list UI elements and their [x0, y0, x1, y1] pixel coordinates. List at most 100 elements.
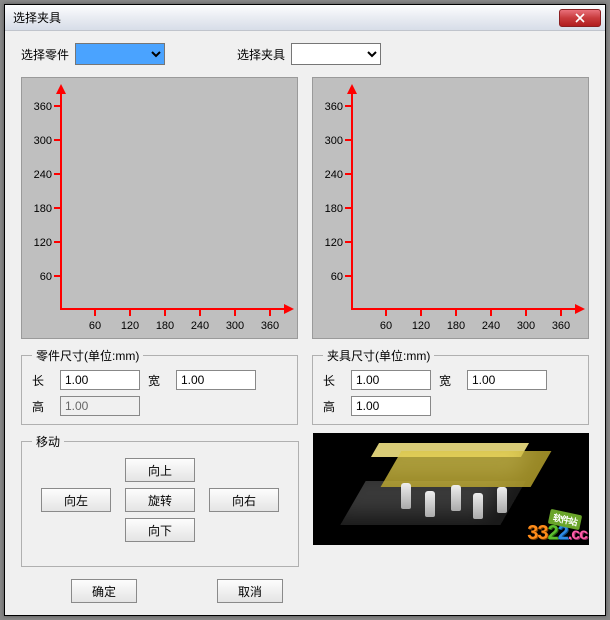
- fixture-length-label: 长: [323, 372, 343, 389]
- part-dimensions-group: 零件尺寸(单位:mm) 长 宽 高: [21, 347, 298, 425]
- axis-tick-icon: [345, 139, 353, 141]
- axis-tick-icon: [129, 308, 131, 316]
- move-down-button[interactable]: 向下: [125, 518, 195, 542]
- part-width-input[interactable]: [176, 370, 256, 390]
- bottom-row: 移动 向上 向左 旋转 向右 向下: [21, 433, 589, 567]
- pin-icon: [451, 485, 461, 511]
- x-tick-label: 360: [255, 320, 285, 332]
- move-legend: 移动: [32, 433, 64, 450]
- dimensions-row: 零件尺寸(单位:mm) 长 宽 高 夹具尺寸(单位:mm) 长 宽: [21, 347, 589, 425]
- close-button[interactable]: [559, 9, 601, 27]
- axis-tick-icon: [164, 308, 166, 316]
- move-left-button[interactable]: 向左: [41, 488, 111, 512]
- y-axis-icon: [351, 92, 353, 310]
- x-tick-label: 360: [546, 320, 576, 332]
- axis-tick-icon: [269, 308, 271, 316]
- axis-tick-icon: [345, 275, 353, 277]
- window-title: 选择夹具: [13, 9, 559, 26]
- axis-tick-icon: [234, 308, 236, 316]
- axis-tick-icon: [525, 308, 527, 316]
- axis-tick-icon: [560, 308, 562, 316]
- y-tick-label: 360: [317, 101, 343, 113]
- axis-tick-icon: [490, 308, 492, 316]
- y-tick-label: 360: [26, 101, 52, 113]
- x-tick-label: 240: [476, 320, 506, 332]
- fixture-select-label: 选择夹具: [237, 46, 285, 63]
- part-length-input[interactable]: [60, 370, 140, 390]
- part-select-label: 选择零件: [21, 46, 69, 63]
- y-tick-label: 180: [317, 203, 343, 215]
- cancel-button[interactable]: 取消: [217, 579, 283, 603]
- fixture-select[interactable]: [291, 43, 381, 65]
- fixture-dimensions-group: 夹具尺寸(单位:mm) 长 宽 高: [312, 347, 589, 425]
- y-tick-label: 60: [317, 271, 343, 283]
- y-tick-label: 240: [26, 169, 52, 181]
- axis-tick-icon: [199, 308, 201, 316]
- x-tick-label: 60: [80, 320, 110, 332]
- fixture-height-label: 高: [323, 398, 343, 415]
- ok-button[interactable]: 确定: [71, 579, 137, 603]
- fixture-top-icon: [381, 451, 552, 487]
- pin-icon: [473, 493, 483, 519]
- titlebar: 选择夹具: [5, 5, 605, 31]
- selector-row: 选择零件 选择夹具: [21, 43, 589, 65]
- move-right-button[interactable]: 向右: [209, 488, 279, 512]
- fixture-length-input[interactable]: [351, 370, 431, 390]
- y-axis-icon: [60, 92, 62, 310]
- part-width-label: 宽: [148, 372, 168, 389]
- axis-tick-icon: [345, 173, 353, 175]
- move-up-button[interactable]: 向上: [125, 458, 195, 482]
- x-tick-label: 60: [371, 320, 401, 332]
- axis-tick-icon: [385, 308, 387, 316]
- x-tick-label: 300: [220, 320, 250, 332]
- axis-tick-icon: [54, 139, 62, 141]
- rotate-button[interactable]: 旋转: [125, 488, 195, 512]
- y-tick-label: 240: [317, 169, 343, 181]
- axis-tick-icon: [54, 105, 62, 107]
- fixture-width-input[interactable]: [467, 370, 547, 390]
- axis-tick-icon: [94, 308, 96, 316]
- x-tick-label: 240: [185, 320, 215, 332]
- pin-icon: [401, 483, 411, 509]
- part-length-label: 长: [32, 372, 52, 389]
- dialog-window: 选择夹具 选择零件 选择夹具 60 60 120 120 180 180 240 240 300…: [4, 4, 606, 616]
- preview-3d: 软件站 3322.cc: [313, 433, 589, 545]
- part-height-input: [60, 396, 140, 416]
- part-chart: 60 60 120 120 180 180 240 240 300 300 360 360: [21, 77, 298, 339]
- client-area: 选择零件 选择夹具 60 60 120 120 180 180 240 240 300 300 36…: [5, 31, 605, 615]
- pin-icon: [497, 487, 507, 513]
- axis-tick-icon: [345, 207, 353, 209]
- y-tick-label: 60: [26, 271, 52, 283]
- x-tick-label: 180: [441, 320, 471, 332]
- dialog-actions: 确定 取消: [21, 579, 589, 603]
- axis-tick-icon: [54, 207, 62, 209]
- axis-tick-icon: [420, 308, 422, 316]
- y-tick-label: 300: [26, 135, 52, 147]
- y-tick-label: 300: [317, 135, 343, 147]
- fixture-dims-legend: 夹具尺寸(单位:mm): [323, 347, 434, 364]
- x-tick-label: 120: [115, 320, 145, 332]
- y-tick-label: 120: [26, 237, 52, 249]
- axis-tick-icon: [54, 275, 62, 277]
- fixture-width-label: 宽: [439, 372, 459, 389]
- y-tick-label: 180: [26, 203, 52, 215]
- part-height-label: 高: [32, 398, 52, 415]
- axis-tick-icon: [345, 241, 353, 243]
- part-dims-legend: 零件尺寸(单位:mm): [32, 347, 143, 364]
- axis-tick-icon: [54, 241, 62, 243]
- axis-tick-icon: [455, 308, 457, 316]
- axis-tick-icon: [54, 173, 62, 175]
- axis-tick-icon: [345, 105, 353, 107]
- close-icon: [575, 13, 585, 23]
- charts-row: 60 60 120 120 180 180 240 240 300 300 360 360 60 60 1…: [21, 77, 589, 339]
- fixture-chart: 60 60 120 120 180 180 240 240 300 300 360 360: [312, 77, 589, 339]
- y-tick-label: 120: [317, 237, 343, 249]
- move-group: 移动 向上 向左 旋转 向右 向下: [21, 433, 299, 567]
- pin-icon: [425, 491, 435, 517]
- part-select[interactable]: [75, 43, 165, 65]
- fixture-height-input[interactable]: [351, 396, 431, 416]
- x-tick-label: 180: [150, 320, 180, 332]
- x-tick-label: 120: [406, 320, 436, 332]
- watermark: 软件站 3322.cc: [527, 522, 587, 545]
- x-tick-label: 300: [511, 320, 541, 332]
